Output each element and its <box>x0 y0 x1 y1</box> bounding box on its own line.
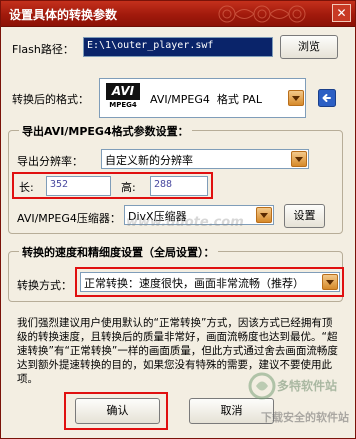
close-icon: ✕ <box>336 6 347 20</box>
length-input[interactable]: 352 <box>46 176 111 196</box>
conversion-mode-value: 正常转换：速度很快，画面非常流畅（推荐） <box>84 277 304 290</box>
format-select[interactable]: AVI MPEG4 AVI/MPEG4 格式 PAL <box>99 78 306 118</box>
format-select-value: AVI/MPEG4 格式 PAL <box>150 93 262 106</box>
ok-button[interactable]: 确认 <box>75 398 160 424</box>
dialog-window: 设置具体的转换参数 ✕ Flash路径： E:\1\outer_player.s… <box>0 0 356 439</box>
avi-mpeg4-logo: AVI MPEG4 <box>106 83 140 113</box>
format-label: 转换后的格式： <box>12 93 89 106</box>
resolution-label: 导出分辨率： <box>17 155 83 168</box>
length-label: 长: <box>19 181 34 194</box>
export-group-title: 导出AVI/MPEG4格式参数设置： <box>19 123 192 139</box>
compressor-settings-button[interactable]: 设置 <box>284 204 325 228</box>
flash-path-label: Flash路径： <box>12 43 74 56</box>
conversion-mode-label: 转换方式： <box>17 279 72 292</box>
title-ornament <box>218 5 306 23</box>
format-dropdown-arrow[interactable] <box>288 90 304 106</box>
resolution-select[interactable]: 自定义新的分辨率 <box>101 149 309 169</box>
mpeg4-logo-text: MPEG4 <box>109 101 137 109</box>
brand-logo-text: 多特软件站 <box>277 379 338 393</box>
back-arrow-icon[interactable] <box>318 89 336 107</box>
browse-button[interactable]: 浏览 <box>280 35 338 59</box>
resolution-dropdown-arrow[interactable] <box>291 151 307 167</box>
conversion-mode-select[interactable]: 正常转换：速度很快，画面非常流畅（推荐） <box>80 272 340 292</box>
compressor-label: AVI/MPEG4压缩器： <box>17 212 121 225</box>
compressor-dropdown-arrow[interactable] <box>256 207 272 223</box>
brand-slogan: 下载安全的软件站 <box>261 411 349 424</box>
resolution-select-value: 自定义新的分辨率 <box>105 154 193 167</box>
avi-logo-text: AVI <box>106 83 140 100</box>
window-title: 设置具体的转换参数 <box>9 8 118 22</box>
speed-group-title: 转换的速度和精细度设置（全局设置）： <box>19 244 218 260</box>
conversion-mode-dropdown-arrow[interactable] <box>322 274 338 290</box>
height-label: 高: <box>121 181 136 194</box>
close-button[interactable]: ✕ <box>332 4 351 22</box>
height-input[interactable]: 288 <box>150 176 208 196</box>
brand-logo-icon <box>248 372 276 400</box>
title-bar[interactable]: 设置具体的转换参数 ✕ <box>1 1 355 27</box>
site-watermark: www.duote.com <box>126 215 244 230</box>
brand-watermark: 多特软件站 下载安全的软件站 <box>247 369 353 433</box>
flash-path-input[interactable]: E:\1\outer_player.swf <box>83 37 273 57</box>
